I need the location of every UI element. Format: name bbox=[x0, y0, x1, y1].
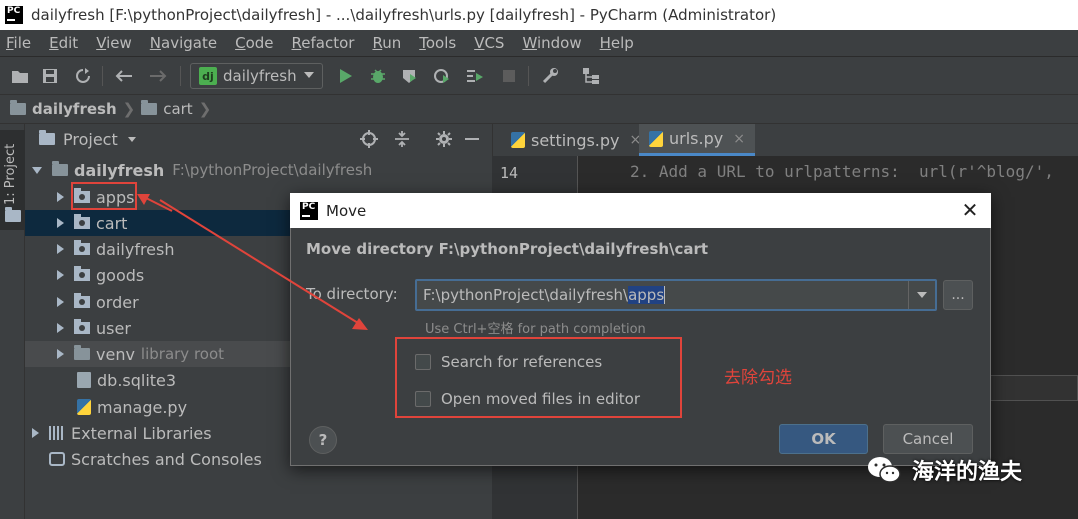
watermark-text: 海洋的渔夫 bbox=[912, 460, 1023, 485]
annotation-arrow-line bbox=[159, 199, 359, 324]
wechat-icon bbox=[866, 455, 902, 485]
annotation-arrows bbox=[137, 194, 368, 330]
watermark: 海洋的渔夫 bbox=[866, 454, 1022, 486]
